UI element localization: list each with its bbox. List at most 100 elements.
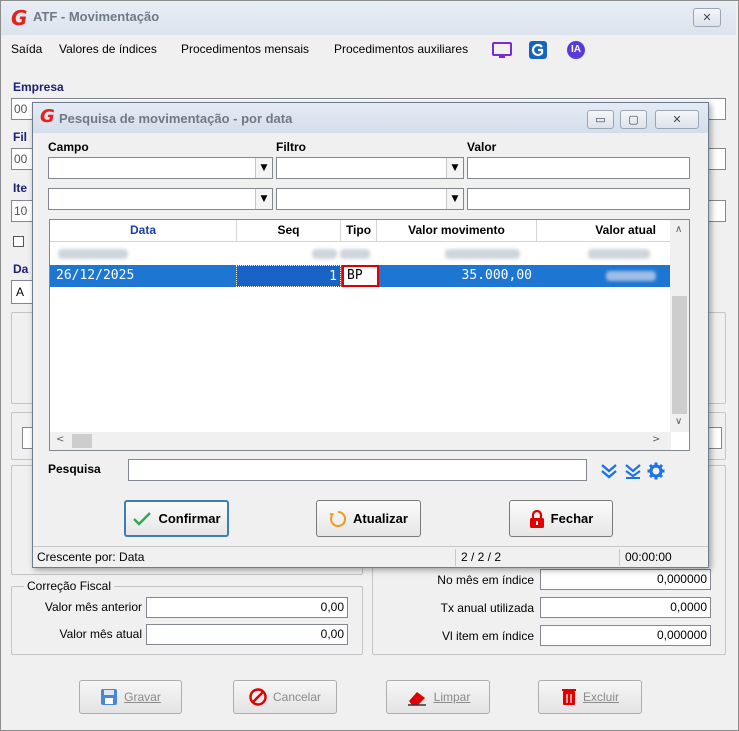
valor-header: Valor bbox=[467, 140, 497, 154]
floppy-icon bbox=[101, 689, 118, 705]
search-input[interactable] bbox=[128, 459, 587, 481]
valor-mes-anterior-field[interactable]: 0,00 bbox=[146, 597, 348, 618]
filtro-header: Filtro bbox=[276, 140, 306, 154]
dialog-maximize-button[interactable]: ▢ bbox=[620, 110, 647, 129]
record-count-status: 2 / 2 / 2 bbox=[455, 549, 615, 566]
vertical-scroll-thumb[interactable] bbox=[672, 296, 687, 414]
dialog-close-button[interactable]: ✕ bbox=[655, 110, 699, 129]
item-checkbox[interactable] bbox=[13, 236, 24, 247]
main-menu-bar: Saída Valores de índices Procedimentos m… bbox=[1, 38, 736, 62]
empresa-field-value: 00 bbox=[14, 102, 28, 116]
gear-icon[interactable] bbox=[647, 462, 665, 480]
valor-input-2[interactable] bbox=[467, 188, 690, 210]
item-label: Ite bbox=[13, 181, 28, 195]
empresa-label: Empresa bbox=[13, 80, 64, 94]
confirm-label: Confirmar bbox=[158, 511, 221, 526]
menu-procedimentos-auxiliares[interactable]: Procedimentos auxiliares bbox=[334, 42, 468, 56]
blurred-value bbox=[606, 271, 656, 281]
cell-tipo-highlighted[interactable]: BP bbox=[342, 265, 379, 287]
main-close-button[interactable]: ✕ bbox=[693, 8, 721, 27]
campo-combo-2[interactable]: ▼ bbox=[48, 188, 273, 210]
chevron-down-icon[interactable]: ▼ bbox=[255, 189, 272, 209]
scroll-right-icon[interactable]: > bbox=[652, 434, 660, 445]
no-mes-indice-field[interactable]: 0,000000 bbox=[540, 569, 711, 590]
column-header-valor-movimento[interactable]: Valor movimento bbox=[377, 220, 537, 242]
blurred-value bbox=[340, 249, 370, 259]
scroll-left-icon[interactable]: < bbox=[56, 434, 64, 445]
excluir-button[interactable]: Excluir bbox=[538, 680, 642, 714]
cell-valor-movimento: 35.000,00 bbox=[461, 268, 532, 283]
filial-field-value: 00 bbox=[14, 152, 28, 166]
refresh-button[interactable]: Atualizar bbox=[316, 500, 421, 537]
dialog-minimize-button[interactable]: ▭ bbox=[587, 110, 614, 129]
grid-vertical-scrollbar[interactable]: ∧ ∨ bbox=[670, 220, 689, 432]
refresh-icon bbox=[329, 510, 347, 527]
vl-item-indice-label: Vl item em índice bbox=[441, 629, 534, 643]
filtro-combo-2[interactable]: ▼ bbox=[276, 188, 464, 210]
valor-input-1[interactable] bbox=[467, 157, 690, 179]
blurred-value bbox=[58, 249, 128, 259]
gravar-button[interactable]: Gravar bbox=[79, 680, 182, 714]
item-field-value: 10 bbox=[14, 204, 28, 218]
cell-seq[interactable]: 1 bbox=[236, 265, 341, 287]
excluir-label: Excluir bbox=[582, 690, 619, 704]
dialog-logo-icon: G bbox=[40, 106, 55, 127]
data-label: Da bbox=[13, 262, 29, 276]
column-header-data[interactable]: Data bbox=[50, 220, 237, 242]
monitor-icon[interactable] bbox=[491, 40, 513, 60]
confirm-button[interactable]: Confirmar bbox=[124, 500, 229, 537]
data-field-value: A bbox=[16, 285, 25, 299]
trash-icon bbox=[561, 689, 576, 705]
filtro-combo-1[interactable]: ▼ bbox=[276, 157, 464, 179]
scroll-down-icon[interactable]: ∨ bbox=[675, 416, 682, 427]
vl-item-indice-field[interactable]: 0,000000 bbox=[540, 625, 711, 646]
checkmark-icon bbox=[133, 511, 152, 526]
dialog-title: Pesquisa de movimentação - por data bbox=[59, 111, 293, 126]
blurred-value bbox=[588, 249, 650, 259]
filial-label: Fil bbox=[13, 130, 27, 144]
grid-horizontal-scrollbar[interactable]: < > bbox=[50, 432, 671, 450]
menu-saida[interactable]: Saída bbox=[11, 42, 42, 56]
chevron-down-icon[interactable]: ▼ bbox=[255, 158, 272, 178]
blurred-value bbox=[312, 249, 337, 259]
chevron-down-icon[interactable]: ▼ bbox=[446, 158, 463, 178]
cancelar-button[interactable]: Cancelar bbox=[233, 680, 337, 714]
cancel-icon bbox=[249, 688, 267, 706]
horizontal-scroll-thumb[interactable] bbox=[72, 434, 92, 448]
tx-anual-field[interactable]: 0,0000 bbox=[540, 597, 711, 618]
eraser-icon bbox=[407, 692, 426, 706]
chevron-down-icon[interactable]: ▼ bbox=[446, 189, 463, 209]
dialog-status-bar: Crescente por: Data 2 / 2 / 2 00:00:00 bbox=[33, 546, 708, 567]
table-row[interactable] bbox=[50, 243, 671, 265]
search-label: Pesquisa bbox=[48, 462, 101, 476]
column-header-valor-atual[interactable]: Valor atual bbox=[537, 220, 671, 242]
column-header-tipo[interactable]: Tipo bbox=[341, 220, 377, 242]
close-dialog-button[interactable]: Fechar bbox=[509, 500, 613, 537]
menu-procedimentos-mensais[interactable]: Procedimentos mensais bbox=[181, 42, 309, 56]
scroll-up-icon[interactable]: ∧ bbox=[675, 224, 682, 235]
app-logo-icon: G bbox=[11, 6, 28, 30]
ia-label: IA bbox=[571, 44, 581, 55]
gravar-label: Gravar bbox=[124, 690, 161, 704]
main-window-title: ATF - Movimentação bbox=[33, 9, 160, 24]
time-status: 00:00:00 bbox=[619, 549, 705, 566]
refresh-label: Atualizar bbox=[353, 511, 408, 526]
column-header-seq[interactable]: Seq bbox=[237, 220, 341, 242]
limpar-label: Limpar bbox=[433, 690, 471, 704]
close-dialog-label: Fechar bbox=[550, 511, 594, 526]
double-chevron-down-icon[interactable] bbox=[600, 463, 618, 479]
blurred-value bbox=[445, 249, 520, 259]
tx-anual-label: Tx anual utilizada bbox=[440, 601, 534, 615]
cancelar-label: Cancelar bbox=[272, 690, 322, 704]
filter-down-icon[interactable] bbox=[624, 463, 642, 479]
valor-mes-atual-field[interactable]: 0,00 bbox=[146, 624, 348, 645]
table-row-selected[interactable]: 26/12/2025 1 BP 35.000,00 bbox=[50, 265, 671, 287]
no-mes-indice-label: No mês em índice bbox=[437, 573, 534, 587]
valor-mes-atual-label: Valor mês atual bbox=[59, 627, 142, 641]
menu-valores-indices[interactable]: Valores de índices bbox=[59, 42, 157, 56]
results-grid[interactable]: Data Seq Tipo Valor movimento Valor atua… bbox=[49, 219, 690, 451]
limpar-button[interactable]: Limpar bbox=[386, 680, 490, 714]
g-logo-icon[interactable] bbox=[527, 40, 549, 60]
campo-combo-1[interactable]: ▼ bbox=[48, 157, 273, 179]
correcao-fiscal-title: Correção Fiscal bbox=[24, 579, 115, 593]
